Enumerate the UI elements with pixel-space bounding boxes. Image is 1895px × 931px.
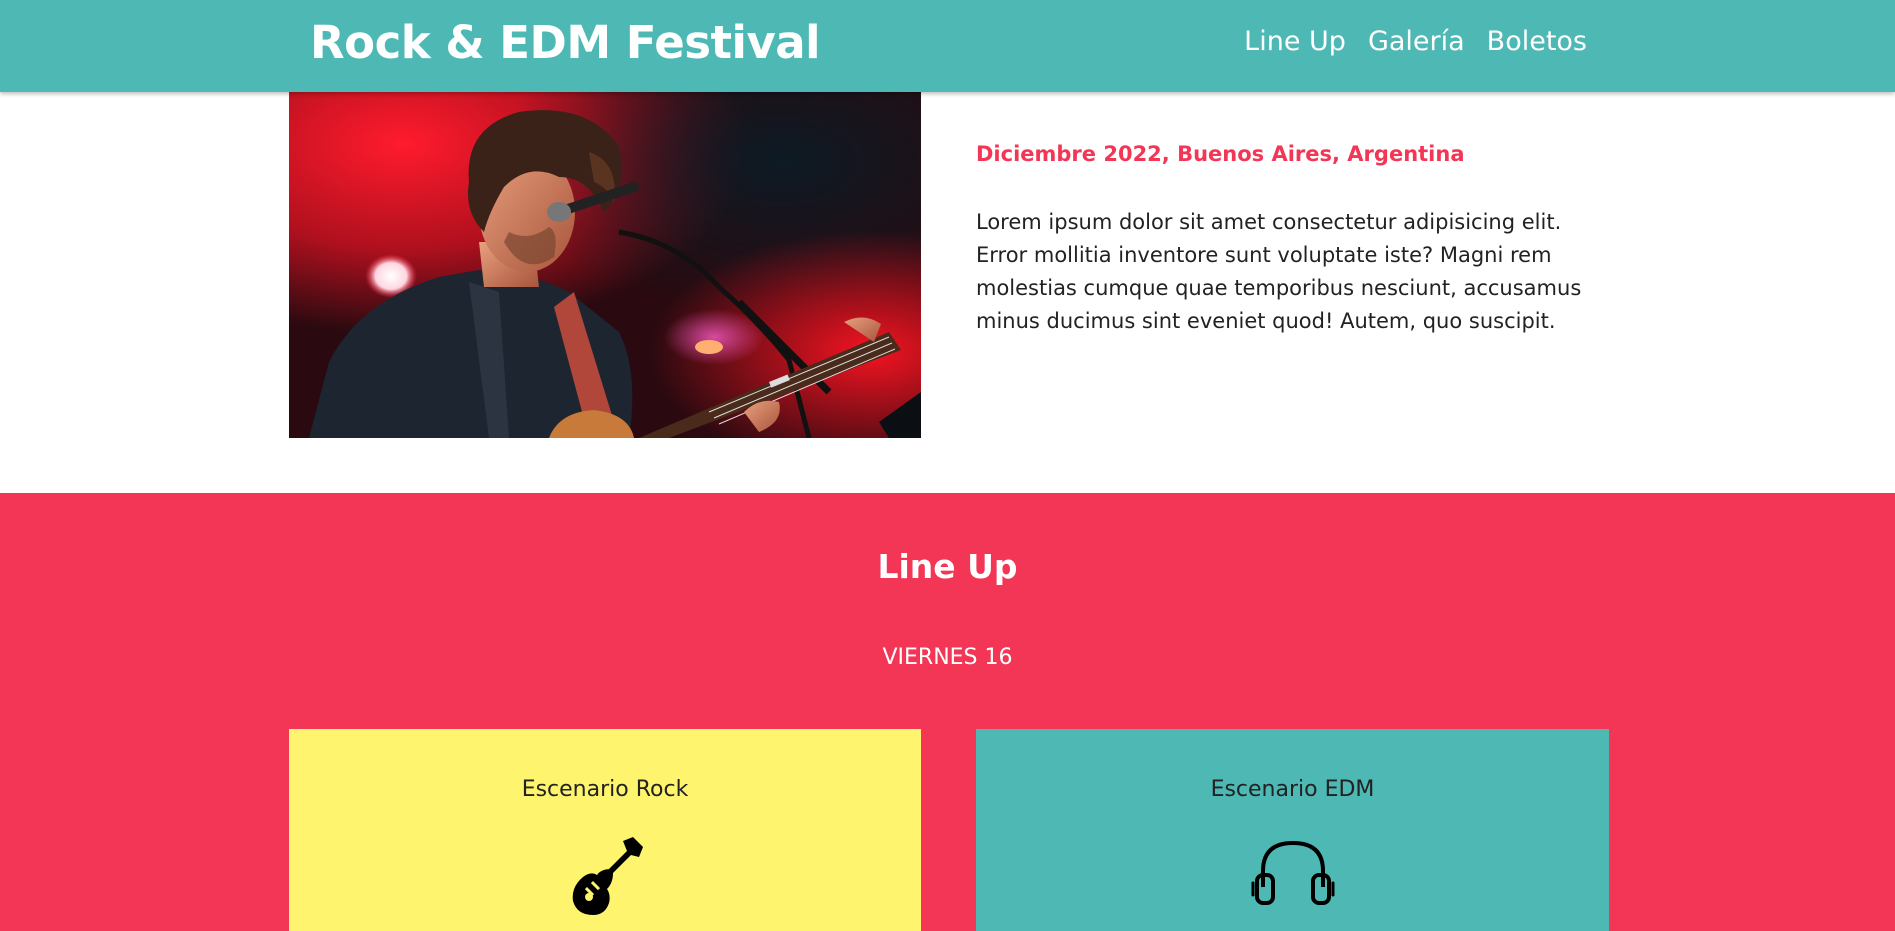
event-description: Lorem ipsum dolor sit amet consectetur a…	[976, 210, 1582, 333]
stage-name: Escenario Rock	[521, 777, 689, 802]
stage-card-rock: Escenario Rock	[289, 729, 921, 931]
nav-link-lineup[interactable]: Line Up	[1244, 26, 1346, 57]
main-nav: Line Up Galería Boletos	[1244, 26, 1587, 57]
headphones-icon	[1251, 835, 1335, 911]
hero-section: Diciembre 2022, Buenos Aires, Argentina …	[0, 92, 1895, 493]
concert-photo	[289, 92, 921, 438]
lineup-heading: Line Up	[877, 547, 1018, 586]
site-logo[interactable]: Rock & EDM Festival	[310, 16, 821, 69]
event-info: Diciembre 2022, Buenos Aires, Argentina …	[976, 142, 1616, 338]
site-header: Rock & EDM Festival Line Up Galería Bole…	[0, 0, 1895, 92]
guitar-icon	[563, 835, 647, 923]
lineup-section: Line Up VIERNES 16 Escenario Rock Escena…	[0, 493, 1895, 931]
event-date: Diciembre 2022, Buenos Aires, Argentina	[976, 142, 1465, 166]
stage-name: Escenario EDM	[1210, 777, 1375, 802]
nav-link-galeria[interactable]: Galería	[1368, 26, 1465, 57]
stage-card-edm: Escenario EDM	[976, 729, 1609, 931]
nav-link-boletos[interactable]: Boletos	[1487, 26, 1587, 57]
lineup-day: VIERNES 16	[882, 645, 1013, 670]
